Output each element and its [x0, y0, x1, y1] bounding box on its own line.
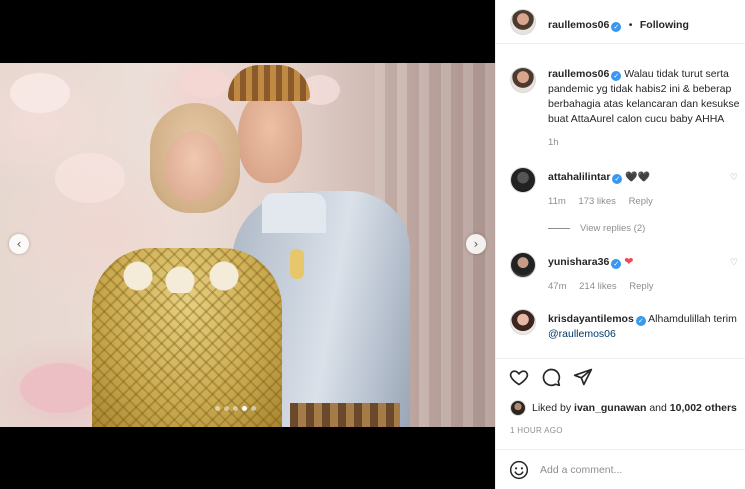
blossom-decoration	[180, 68, 230, 98]
comments-list: raullemos06 ✓ Walau tidak turut serta pan…	[496, 45, 745, 357]
view-replies-line	[548, 228, 570, 229]
post-media-panel: ‹ ›	[0, 0, 495, 489]
post-timestamp[interactable]: 1 HOUR AGO	[510, 426, 563, 435]
groom-headdress	[228, 65, 310, 101]
commenter-avatar[interactable]	[510, 309, 536, 335]
likes-summary: Liked by ivan_gunawan and 10,002 others	[510, 400, 737, 416]
chevron-left-icon[interactable]: ‹	[9, 234, 29, 254]
heart-icon[interactable]	[509, 367, 529, 387]
comment-text: 🖤🖤	[625, 172, 651, 183]
bride-neckpiece	[118, 259, 248, 293]
likes-prefix: Liked by	[532, 402, 572, 414]
following-button[interactable]: Following	[640, 19, 689, 31]
caption-username[interactable]: raullemos06	[548, 68, 609, 80]
caption-avatar[interactable]	[510, 67, 536, 93]
caption-time: 1h	[548, 137, 559, 148]
bride-face	[165, 131, 223, 201]
verified-badge-icon: ✓	[635, 316, 646, 326]
caption-text-line-1: Walau tidak turut serta	[624, 68, 729, 80]
view-replies-button[interactable]: View replies (2)	[548, 223, 645, 234]
chevron-right-icon[interactable]: ›	[466, 234, 486, 254]
comment-username[interactable]: yunishara36	[548, 256, 609, 268]
comment-text: Alhamdulillah terim	[648, 313, 737, 325]
caption-text-line-3: berbahagia atas kelancaran dan kesukse	[548, 98, 740, 110]
carousel-dot	[214, 406, 220, 411]
view-replies-label: View replies (2)	[580, 223, 646, 234]
verified-badge-icon: ✓	[611, 22, 622, 32]
comment-meta: 47m 214 likes Reply	[548, 281, 664, 292]
liker-avatar[interactable]	[510, 400, 526, 416]
commenter-avatar[interactable]	[510, 252, 536, 278]
carousel-dot	[232, 406, 238, 411]
comment-time: 11m	[548, 196, 566, 207]
comment-likes[interactable]: 214 likes	[579, 281, 617, 292]
groom-batik	[290, 403, 400, 427]
paper-plane-icon[interactable]	[573, 367, 593, 387]
caption-text-line-4: buat AttaAurel calon cucu baby AHHA	[548, 113, 725, 125]
comment-username[interactable]: krisdayantilemos	[548, 313, 634, 325]
comment-icon[interactable]	[541, 367, 561, 387]
groom-brooch	[290, 249, 304, 279]
comment-meta: 11m 173 likes Reply	[548, 196, 663, 207]
reply-button[interactable]: Reply	[629, 281, 653, 292]
blossom-decoration	[10, 73, 70, 113]
comment-like-icon[interactable]: ♡	[730, 173, 738, 183]
carousel-dot	[241, 406, 247, 411]
comment-username[interactable]: attahalilintar	[548, 171, 610, 183]
verified-badge-icon: ✓	[612, 174, 623, 184]
commenter-avatar[interactable]	[510, 167, 536, 193]
comment-line: krisdayantilemos ✓ Alhamdulillah terim	[548, 312, 737, 326]
carousel-indicator	[200, 406, 270, 414]
blossom-decoration	[55, 153, 125, 203]
groom-face	[238, 91, 302, 183]
carousel-dot	[250, 406, 256, 411]
post-header: raullemos06 ✓ • Following	[496, 0, 745, 44]
caption-text-line-2: pandemic yg tidak habis2 ini & beberap	[548, 83, 732, 95]
smiley-icon[interactable]	[509, 460, 529, 480]
reply-button[interactable]: Reply	[629, 196, 653, 207]
verified-badge-icon: ✓	[611, 259, 622, 269]
add-comment-bar	[496, 449, 745, 489]
caption-line: raullemos06 ✓ Walau tidak turut serta	[548, 67, 729, 81]
comment-text: ❤	[624, 255, 634, 268]
comment-mention[interactable]: @raullemos06	[548, 327, 616, 341]
carousel-dot	[223, 406, 229, 411]
author-username[interactable]: raullemos06	[548, 19, 609, 31]
comment-likes[interactable]: 173 likes	[578, 196, 616, 207]
liker-username[interactable]: ivan_gunawan	[574, 402, 646, 414]
comment-like-icon[interactable]: ♡	[730, 258, 738, 268]
blossom-decoration	[20, 363, 100, 413]
post-sidebar: raullemos06 ✓ • Following raullemos06 ✓ Wa…	[495, 0, 745, 489]
author-info: raullemos06 ✓ • Following	[548, 15, 689, 33]
verified-badge-icon: ✓	[611, 71, 622, 81]
post-photo[interactable]	[0, 63, 495, 427]
post-actions	[496, 358, 745, 390]
add-comment-input[interactable]	[540, 462, 730, 478]
comment-line: attahalilintar ✓ 🖤🖤	[548, 170, 650, 185]
author-avatar[interactable]	[510, 9, 536, 35]
comment-time: 47m	[548, 281, 567, 292]
groom-collar	[262, 193, 326, 233]
comment-line: yunishara36 ✓ ❤	[548, 255, 633, 269]
likes-and: and	[649, 402, 667, 414]
separator-dot: •	[628, 19, 633, 31]
likes-others[interactable]: 10,002 others	[670, 402, 737, 414]
